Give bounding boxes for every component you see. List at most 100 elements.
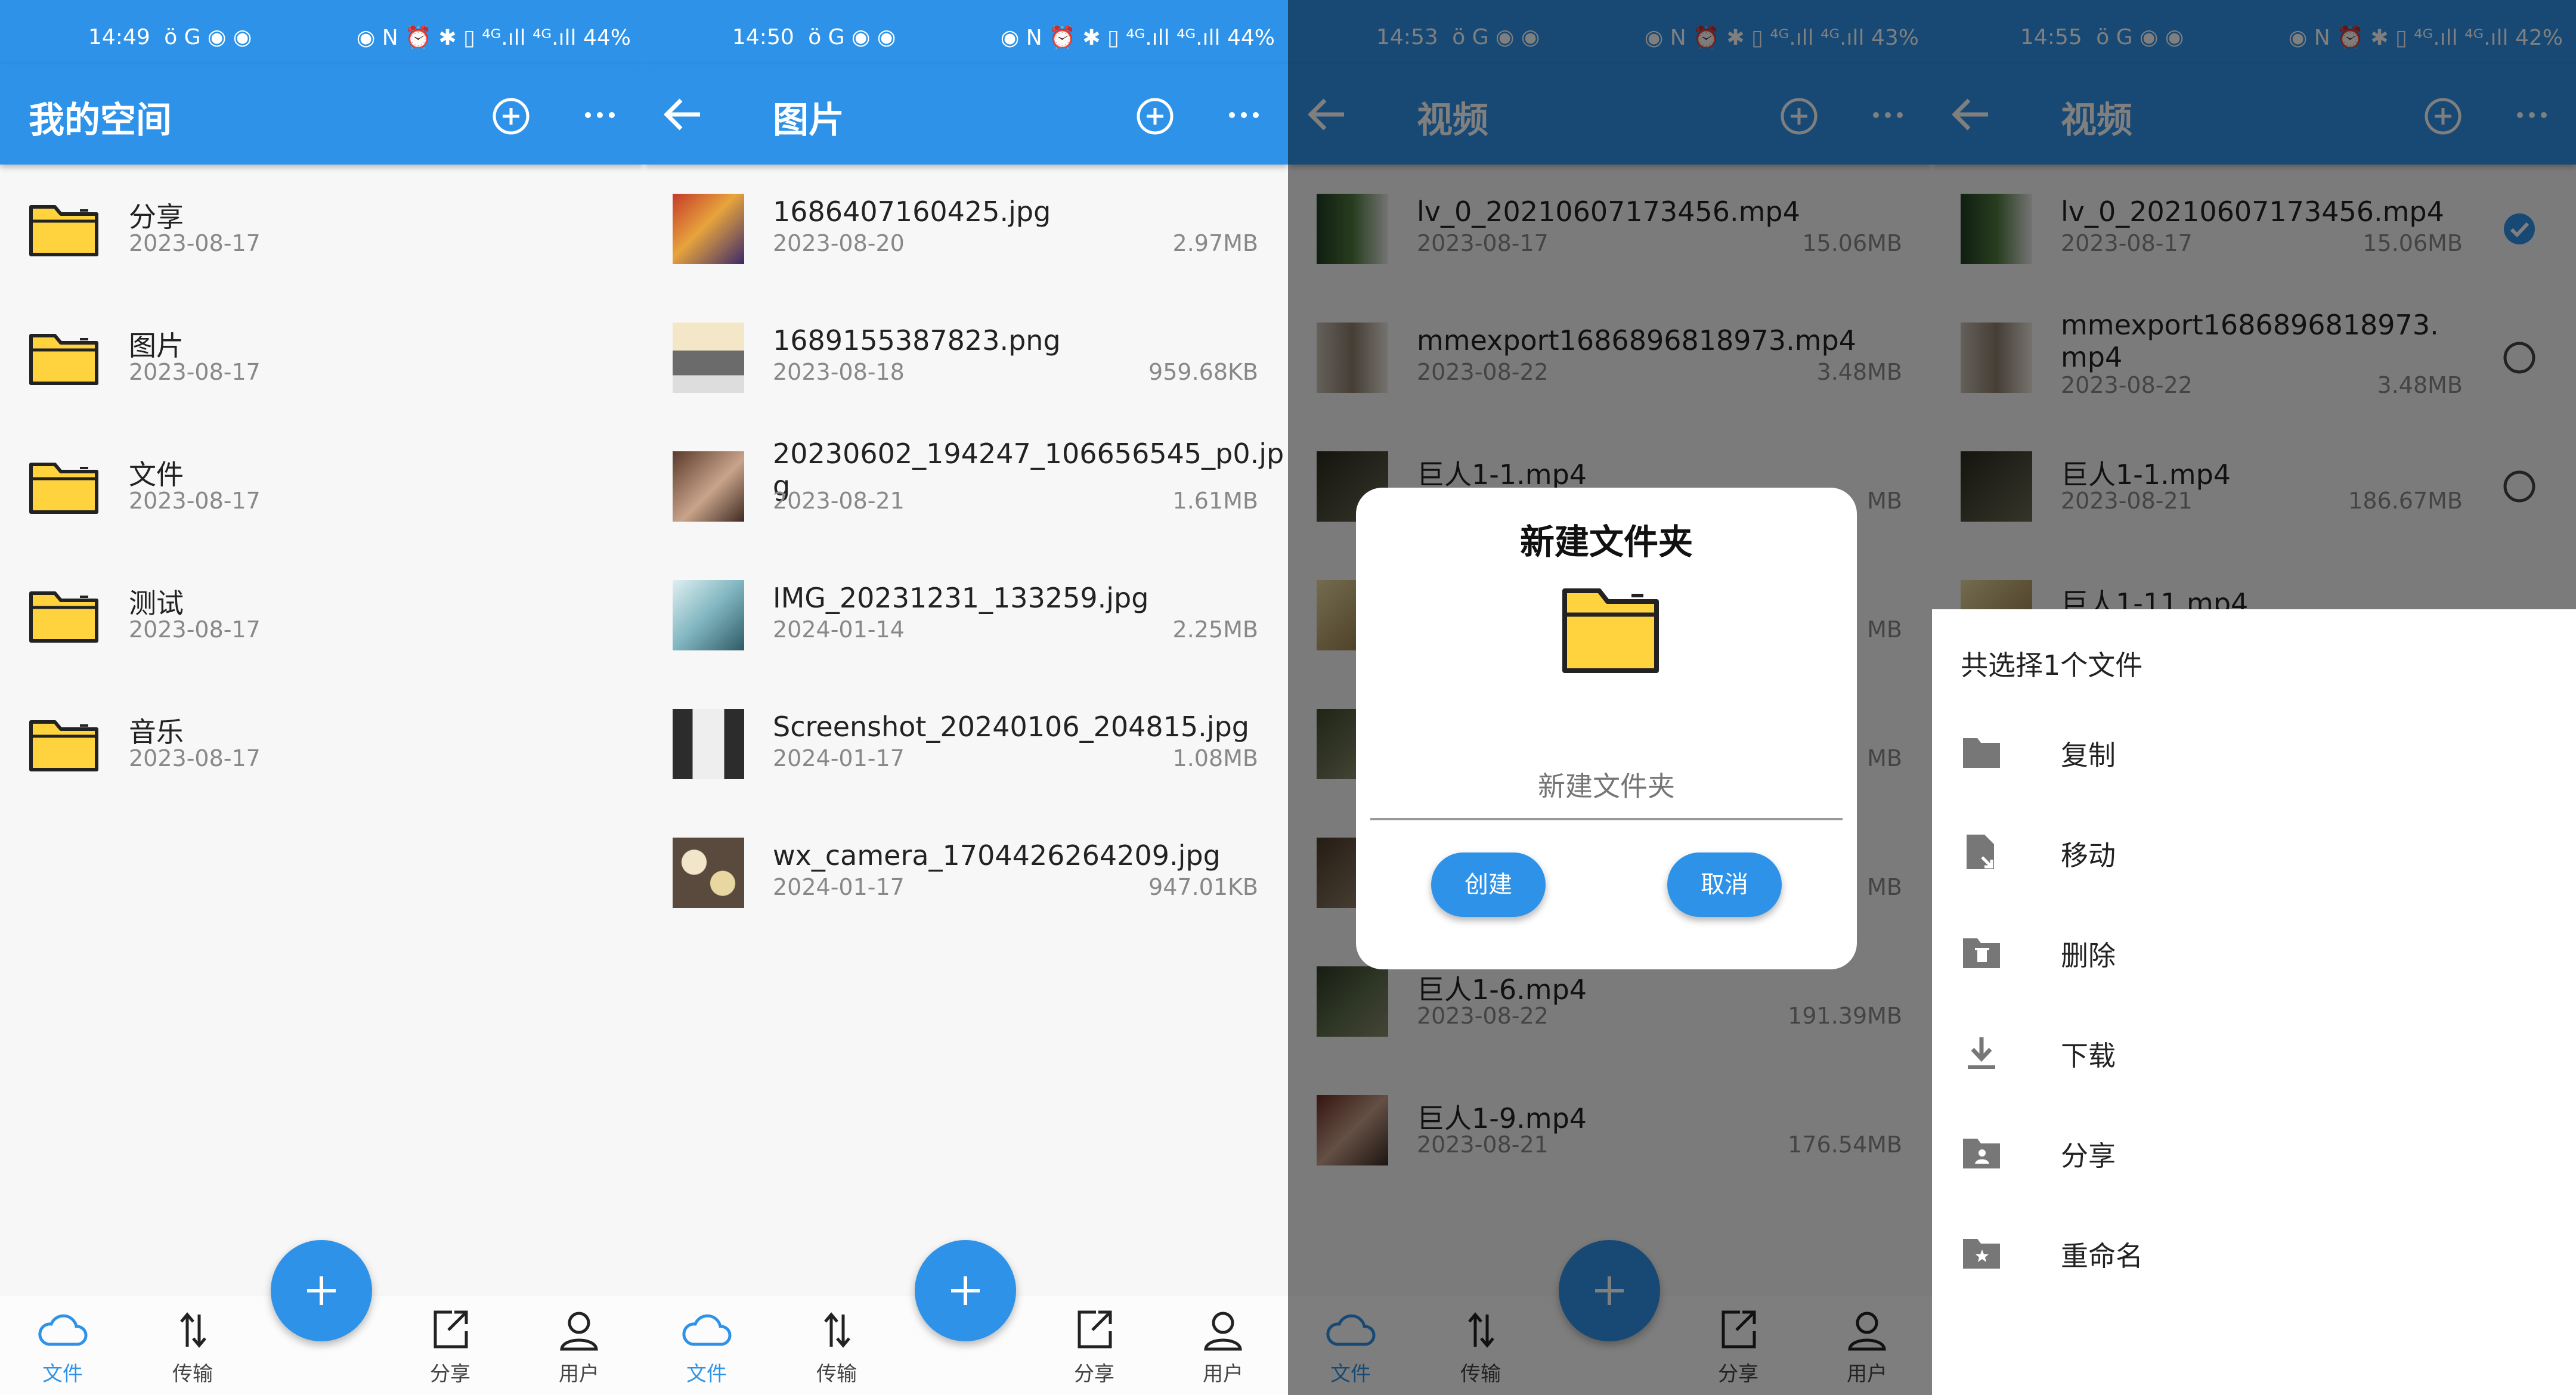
item-name: 文件 (129, 458, 184, 491)
folder-icon (1963, 738, 2000, 768)
list-item[interactable]: IMG_20231231_133259.jpg 2024-01-14 2.25M… (644, 551, 1288, 680)
nav-transfer[interactable]: 传输 (148, 1307, 237, 1391)
item-name: 1689155387823.png (773, 324, 1061, 356)
folder-name-input[interactable] (1370, 737, 1843, 820)
share-icon (1078, 1310, 1112, 1348)
action-move[interactable]: 移动 (1932, 801, 2576, 901)
item-date: 2024-01-17 (773, 745, 905, 771)
item-date: 2024-01-17 (773, 874, 905, 900)
image-thumbnail (673, 709, 744, 779)
battery-level: 44% (583, 26, 631, 50)
new-folder-dialog: 新建文件夹 创建 取消 (1356, 488, 1857, 969)
add-fab-button[interactable] (271, 1240, 372, 1341)
item-date: 2023-08-17 (129, 488, 261, 514)
action-share[interactable]: 分享 (1932, 1102, 2576, 1202)
cancel-button[interactable]: 取消 (1667, 852, 1782, 917)
folder-star-icon (1963, 1239, 2000, 1269)
item-date: 2023-08-17 (129, 359, 261, 385)
folder-icon (29, 463, 98, 514)
status-bar: 14:50 ö G ◉ ◉ ◉ N ⏰ ✱ ▯ ⁴ᴳ.ıll ⁴ᴳ.ıll 44… (644, 0, 1288, 64)
add-circle-icon[interactable] (491, 97, 531, 136)
more-icon[interactable] (1226, 97, 1262, 133)
list-item[interactable]: 1686407160425.jpg 2023-08-20 2.97MB (644, 165, 1288, 293)
user-icon (1204, 1312, 1242, 1351)
folder-icon (1562, 588, 1659, 673)
add-fab-button[interactable] (915, 1240, 1016, 1341)
item-size: 1.08MB (1172, 745, 1258, 771)
back-arrow-icon[interactable] (662, 93, 705, 136)
list-item[interactable]: 文件 2023-08-17 (0, 422, 644, 551)
item-name: wx_camera_1704426264209.jpg (773, 839, 1221, 872)
image-thumbnail (673, 838, 744, 908)
more-icon[interactable] (582, 97, 618, 133)
list-item[interactable]: 音乐 2023-08-17 (0, 680, 644, 808)
item-name: 图片 (129, 330, 184, 362)
status-time: 14:50 (732, 25, 794, 49)
nav-transfer[interactable]: 传输 (792, 1307, 881, 1391)
panel-videos-new-folder: 14:53 ö G ◉ ◉ ◉ N ⏰ ✱ ▯ ⁴ᴳ.ıll ⁴ᴳ.ıll 43… (1288, 0, 1932, 1395)
app-bar: 图片 (644, 64, 1288, 165)
item-date: 2023-08-17 (129, 616, 261, 643)
nav-share[interactable]: 分享 (1049, 1307, 1139, 1391)
folder-shared-icon (1963, 1139, 2000, 1168)
item-date: 2023-08-17 (129, 745, 261, 771)
dialog-title: 新建文件夹 (1519, 522, 1693, 562)
add-circle-icon[interactable] (1135, 97, 1175, 136)
item-name: 1686407160425.jpg (773, 196, 1051, 228)
action-rename[interactable]: 重命名 (1932, 1202, 2576, 1302)
item-date: 2024-01-14 (773, 616, 905, 643)
image-thumbnail (673, 194, 744, 264)
list-item[interactable]: wx_camera_1704426264209.jpg 2024-01-17 9… (644, 808, 1288, 937)
status-left-icons: ö G ◉ ◉ (164, 25, 252, 49)
folder-icon (29, 591, 98, 643)
folder-delete-icon (1963, 938, 2000, 968)
item-size: 1.61MB (1172, 488, 1258, 514)
cloud-icon (38, 1314, 88, 1346)
panel-my-space: 14:49 ö G ◉ ◉ ◉ N ⏰ ✱ ▯ ⁴ᴳ.ıll ⁴ᴳ.ıll 44… (0, 0, 644, 1395)
list-item[interactable]: 1689155387823.png 2023-08-18 959.68KB (644, 293, 1288, 422)
nav-user[interactable]: 用户 (534, 1307, 624, 1391)
item-size: 947.01KB (1148, 874, 1258, 900)
status-right-icons: ◉ N ⏰ ✱ ▯ ⁴ᴳ.ıll ⁴ᴳ.ıll (356, 26, 577, 50)
nav-files[interactable]: 文件 (18, 1307, 107, 1391)
action-download[interactable]: 下载 (1932, 1002, 2576, 1102)
list-item[interactable]: 20230602_194247_106656545_p0.jp g 2023-0… (644, 422, 1288, 551)
item-date: 2023-08-17 (129, 230, 261, 256)
list-item[interactable]: Screenshot_20240106_204815.jpg 2024-01-1… (644, 680, 1288, 808)
list-item[interactable]: 测试 2023-08-17 (0, 551, 644, 680)
cloud-icon (682, 1314, 732, 1346)
create-button[interactable]: 创建 (1431, 852, 1546, 917)
plus-icon (307, 1276, 336, 1305)
item-date: 2023-08-21 (773, 488, 905, 514)
battery-level: 44% (1227, 26, 1275, 50)
file-move-icon (1967, 835, 1994, 869)
plus-icon (951, 1276, 980, 1305)
modal-scrim[interactable] (1932, 0, 2576, 609)
image-thumbnail (673, 323, 744, 393)
transfer-icon (180, 1312, 206, 1348)
item-name: 测试 (129, 587, 184, 619)
action-copy[interactable]: 复制 (1932, 701, 2576, 801)
folder-icon (29, 720, 98, 771)
item-name: 分享 (129, 201, 184, 233)
item-name: IMG_20231231_133259.jpg (773, 582, 1149, 614)
item-size: 2.25MB (1172, 616, 1258, 643)
status-time: 14:49 (88, 25, 150, 49)
nav-user[interactable]: 用户 (1178, 1307, 1268, 1391)
share-icon (434, 1310, 468, 1348)
action-delete[interactable]: 删除 (1932, 901, 2576, 1002)
page-title: 图片 (773, 100, 844, 141)
item-name: Screenshot_20240106_204815.jpg (773, 711, 1249, 743)
item-size: 959.68KB (1148, 359, 1258, 385)
list-item[interactable]: 图片 2023-08-17 (0, 293, 644, 422)
list-item[interactable]: 分享 2023-08-17 (0, 165, 644, 293)
nav-share[interactable]: 分享 (405, 1307, 495, 1391)
status-right-icons: ◉ N ⏰ ✱ ▯ ⁴ᴳ.ıll ⁴ᴳ.ıll (1000, 26, 1221, 50)
page-title: 我的空间 (29, 100, 172, 141)
user-icon (560, 1312, 598, 1351)
item-date: 2023-08-20 (773, 230, 905, 256)
nav-files[interactable]: 文件 (662, 1307, 751, 1391)
folder-icon (29, 334, 98, 385)
item-size: 2.97MB (1172, 230, 1258, 256)
item-name: 音乐 (129, 716, 184, 748)
